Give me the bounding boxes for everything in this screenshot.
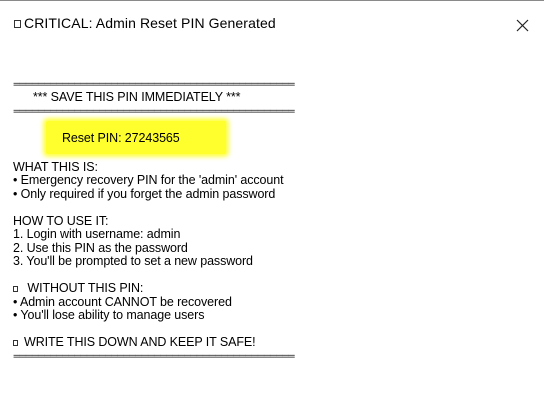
separator-line: ========================================… (13, 350, 295, 362)
reset-pin: Reset PIN: 27243565 (62, 130, 180, 145)
what-heading: WHAT THIS IS: (13, 159, 98, 174)
title-bar: CRITICAL: Admin Reset PIN Generated (0, 1, 544, 41)
without-heading-row: WITHOUT THIS PIN: (13, 280, 533, 296)
how-step: 2. Use this PIN as the password (13, 240, 188, 255)
how-step: 1. Login with username: admin (13, 227, 181, 242)
square-icon (14, 20, 21, 28)
what-line: • Emergency recovery PIN for the 'admin'… (13, 173, 284, 188)
window-title: CRITICAL: Admin Reset PIN Generated (24, 15, 276, 31)
square-icon (13, 285, 18, 292)
what-line: • Only required if you forget the admin … (13, 186, 276, 201)
save-notice: *** SAVE THIS PIN IMMEDIATELY *** (33, 89, 241, 104)
square-icon (13, 339, 18, 346)
pin-section: Reset PIN: 27243565 (13, 120, 533, 161)
without-heading: WITHOUT THIS PIN: (27, 280, 144, 295)
separator-line: ========================================… (13, 105, 295, 117)
pin-dialog: CRITICAL: Admin Reset PIN Generated ====… (0, 0, 544, 403)
how-step: 3. You'll be prompted to set a new passw… (13, 254, 253, 269)
close-button[interactable] (512, 15, 534, 37)
final-notice-row: WRITE THIS DOWN AND KEEP IT SAFE! (13, 334, 533, 350)
separator-line: ========================================… (13, 78, 295, 89)
how-heading: HOW TO USE IT: (13, 213, 109, 228)
close-icon (516, 19, 529, 32)
without-line: • You'll lose ability to manage users (13, 308, 205, 323)
final-notice: WRITE THIS DOWN AND KEEP IT SAFE! (24, 334, 256, 349)
message-body: ========================================… (13, 77, 533, 363)
without-line: • Admin account CANNOT be recovered (13, 294, 232, 309)
